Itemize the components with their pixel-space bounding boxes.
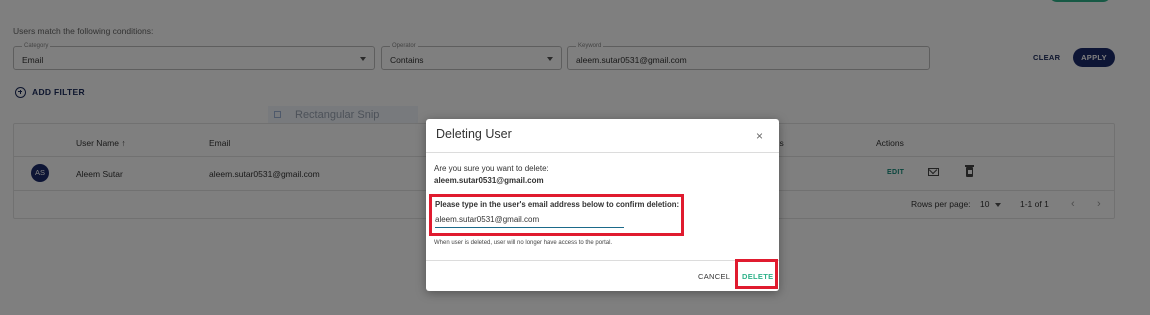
deletion-note: When user is deleted, user will no longe…: [434, 240, 613, 246]
dialog-title: Deleting User: [436, 127, 512, 141]
target-email: aleem.sutar0531@gmail.com: [434, 176, 544, 185]
confirmation-instruction: Please type in the user's email address …: [435, 200, 680, 209]
delete-question: Are you sure you want to delete:: [434, 164, 549, 173]
delete-button[interactable]: DELETE: [742, 272, 773, 281]
confirm-email-input[interactable]: [435, 211, 624, 228]
dialog-footer-divider: [426, 260, 779, 261]
user-management-page: Users match the following conditions: Ca…: [0, 0, 1150, 315]
close-icon[interactable]: ×: [756, 129, 763, 143]
delete-user-dialog: Deleting User × Are you sure you want to…: [426, 119, 779, 291]
dialog-header-divider: [426, 152, 779, 153]
cancel-button[interactable]: CANCEL: [698, 272, 730, 281]
